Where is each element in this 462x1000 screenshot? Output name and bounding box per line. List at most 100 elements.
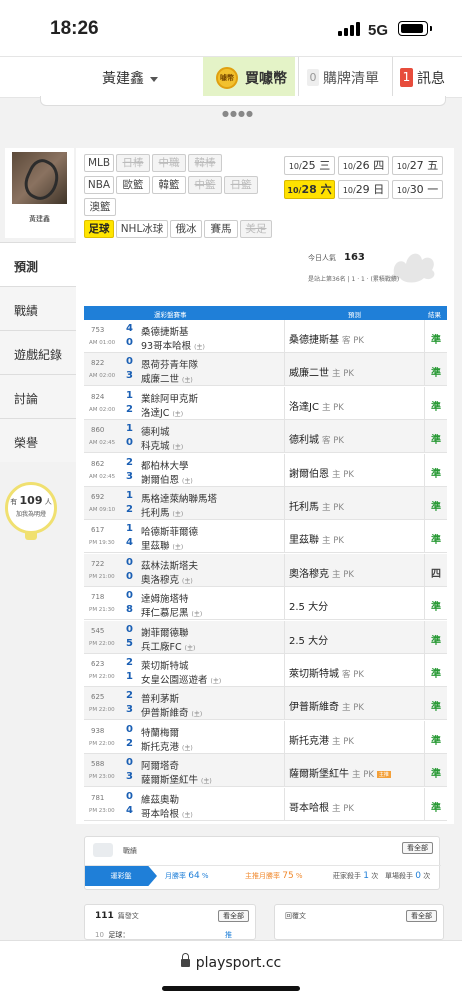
away-team[interactable]: 維茲奧勒	[141, 792, 179, 806]
home-team[interactable]: 哥本哈根 (主)	[141, 806, 193, 820]
table-row[interactable]: 722 PM 21:00 0 0 茲林法斯塔夫 奧洛穆克 (主) 奧洛穆克主 PK 四	[84, 553, 447, 587]
result-mark: 準	[431, 435, 441, 447]
home-team[interactable]: 兵工廠FC (主)	[141, 639, 195, 653]
buy-coins-button[interactable]: 噱幣 買噱幣	[203, 57, 295, 98]
away-team[interactable]: 特蘭梅爾	[141, 725, 179, 739]
home-team[interactable]: 伊普斯維奇 (主)	[141, 705, 202, 719]
stats-view-all-button[interactable]: 看全部	[402, 842, 433, 854]
table-row[interactable]: 938 PM 22:00 0 2 特蘭梅爾 斯托克港 (主) 斯托克港主 PK 準	[84, 720, 447, 754]
table-row[interactable]: 862 AM 02:45 2 3 都柏林大學 謝爾伯恩 (主) 謝爾伯恩主 PK 準	[84, 453, 447, 487]
league-filter-1[interactable]: 日棒	[116, 154, 150, 172]
table-row[interactable]: 781 PM 23:00 0 4 維茲奧勒 哥本哈根 (主) 哥本哈根主 PK 準	[84, 787, 447, 821]
carousel-dots[interactable]: ●●●●	[222, 109, 254, 118]
away-team[interactable]: 達姆施塔特	[141, 591, 189, 605]
table-row[interactable]: 545 PM 22:00 0 5 謝菲爾德聯 兵工廠FC (主) 2.5 大分 準	[84, 620, 447, 654]
table-row[interactable]: 822 AM 02:00 0 3 恩荷芬青年隊 威廉二世 (主) 威廉二世主 PK 準	[84, 353, 447, 387]
league-filter-6[interactable]: 韓籃	[152, 176, 186, 194]
result-mark: 準	[431, 535, 441, 547]
date-button-2[interactable]: 10/27 五	[392, 156, 443, 175]
league-filter-4[interactable]: NBA	[84, 176, 114, 194]
away-team[interactable]: 阿爾塔奇	[141, 758, 179, 772]
away-team[interactable]: 都柏林大學	[141, 458, 189, 472]
featured-tag: 主推	[376, 770, 391, 778]
side-menu-discussion[interactable]: 討論	[0, 374, 76, 418]
home-team[interactable]: 拜仁慕尼黑 (主)	[141, 605, 202, 619]
away-team[interactable]: 謝菲爾德聯	[141, 625, 189, 639]
home-team[interactable]: 謝爾伯恩 (主)	[141, 472, 193, 486]
away-team[interactable]: 德利城	[141, 424, 170, 438]
home-team[interactable]: 科克城 (主)	[141, 438, 183, 452]
cart-button[interactable]: 0 購牌清單	[298, 57, 390, 98]
league-filter-14[interactable]: 美足	[240, 220, 272, 238]
away-team[interactable]: 恩荷芬青年隊	[141, 357, 198, 371]
date-button-3[interactable]: 10/28 六	[284, 180, 335, 199]
away-team[interactable]: 普利茅斯	[141, 691, 179, 705]
replies-view-all-button[interactable]: 看全部	[406, 910, 437, 922]
user-dropdown[interactable]: 黃建鑫	[102, 68, 158, 88]
away-team[interactable]: 萊切斯特城	[141, 658, 189, 672]
league-filter-9[interactable]: 澳籃	[84, 198, 116, 216]
league-filter-7[interactable]: 中籃	[188, 176, 222, 194]
post-row[interactable]: 10 足球：推 2	[95, 930, 232, 939]
divider	[424, 520, 425, 554]
table-row[interactable]: 753 AM 01:00 4 0 桑德捷斯基 93哥本哈根 (主) 桑德捷斯基客 PK 準	[84, 320, 447, 353]
result-mark: 準	[431, 635, 441, 647]
league-filter-8[interactable]: 日籃	[224, 176, 258, 194]
table-row[interactable]: 718 PM 21:30 0 8 達姆施塔特 拜仁慕尼黑 (主) 2.5 大分 準	[84, 587, 447, 621]
divider	[424, 587, 425, 621]
away-team[interactable]: 茲林法斯塔夫	[141, 558, 198, 572]
home-team[interactable]: 洛達JC (主)	[141, 405, 183, 419]
banner-card	[40, 96, 446, 106]
league-filter-12[interactable]: 俄冰	[170, 220, 202, 238]
date-button-5[interactable]: 10/30 一	[392, 180, 443, 199]
table-row[interactable]: 860 AM 02:45 1 0 德利城 科克城 (主) 德利城客 PK 準	[84, 420, 447, 454]
league-filter-10[interactable]: 足球	[84, 220, 114, 238]
away-score: 1	[126, 490, 133, 501]
home-team[interactable]: 奧洛穆克 (主)	[141, 572, 193, 586]
address-bar[interactable]: playsport.cc	[0, 953, 462, 971]
league-filter-5[interactable]: 歐籃	[116, 176, 150, 194]
away-team[interactable]: 哈德斯菲爾德	[141, 524, 198, 538]
home-team[interactable]: 斯托克港 (主)	[141, 739, 193, 753]
away-score: 0	[126, 790, 133, 802]
home-team[interactable]: 女皇公園巡遊者 (主)	[141, 672, 221, 686]
away-score: 0	[126, 556, 133, 568]
table-row[interactable]: 824 AM 02:00 1 2 業餘阿甲克斯 洛達JC (主) 洛達JC 主 PK 準	[84, 386, 447, 420]
home-team[interactable]: 里茲聯 (主)	[141, 538, 183, 552]
date-button-4[interactable]: 10/29 日	[338, 180, 389, 199]
stats-tab-sports-lottery[interactable]: 運彩盤	[85, 866, 157, 886]
game-time: AM 02:45	[89, 473, 116, 480]
table-row[interactable]: 692 AM 09:10 1 2 馬格達萊納聯馬塔 托利馬 (主) 托利馬主 PK 準	[84, 487, 447, 520]
table-row[interactable]: 623 PM 22:00 2 1 萊切斯特城 女皇公園巡遊者 (主) 萊切斯特城客 PK 準	[84, 654, 447, 687]
result-mark: 準	[431, 702, 441, 714]
table-row[interactable]: 625 PM 22:00 2 3 普利茅斯 伊普斯維奇 (主) 伊普斯維奇主 PK 準	[84, 687, 447, 721]
league-filter-13[interactable]: 賽馬	[204, 220, 238, 238]
posts-view-all-button[interactable]: 看全部	[218, 910, 249, 922]
league-filter-11[interactable]: NHL冰球	[116, 220, 168, 238]
side-menu-predictions[interactable]: 預測	[0, 242, 76, 286]
league-filter-2[interactable]: 中職	[152, 154, 186, 172]
table-row[interactable]: 617 PM 19:30 1 4 哈德斯菲爾德 里茲聯 (主) 里茲聯主 PK 準	[84, 520, 447, 554]
messages-button[interactable]: 1 訊息	[392, 57, 462, 98]
battery-icon	[398, 21, 432, 36]
date-button-1[interactable]: 10/26 四	[338, 156, 389, 175]
home-team[interactable]: 托利馬 (主)	[141, 505, 183, 519]
away-team[interactable]: 桑德捷斯基	[141, 324, 189, 338]
follow-lightbulb-button[interactable]: 有 109 人 加我為明燈	[5, 482, 57, 540]
home-indicator[interactable]	[162, 986, 300, 991]
side-menu-honors[interactable]: 榮譽	[0, 418, 76, 462]
home-team[interactable]: 威廉二世 (主)	[141, 371, 193, 385]
avatar[interactable]	[12, 152, 67, 204]
home-team[interactable]: 薩爾斯堡紅牛 (主)	[141, 772, 212, 786]
home-team[interactable]: 93哥本哈根 (主)	[141, 338, 205, 352]
away-team[interactable]: 業餘阿甲克斯	[141, 391, 198, 405]
away-team[interactable]: 馬格達萊納聯馬塔	[141, 491, 217, 505]
side-menu-game-history[interactable]: 遊戲紀錄	[0, 330, 76, 374]
away-score: 2	[126, 690, 133, 702]
date-button-0[interactable]: 10/25 三	[284, 156, 335, 175]
side-menu-record[interactable]: 戰績	[0, 286, 76, 330]
table-row[interactable]: 588 PM 23:00 0 3 阿爾塔奇 薩爾斯堡紅牛 (主) 薩爾斯堡紅牛主 PK 主推 準	[84, 754, 447, 788]
lightbulb-icon	[25, 533, 37, 540]
league-filter-0[interactable]: MLB	[84, 154, 114, 172]
league-filter-3[interactable]: 韓棒	[188, 154, 222, 172]
